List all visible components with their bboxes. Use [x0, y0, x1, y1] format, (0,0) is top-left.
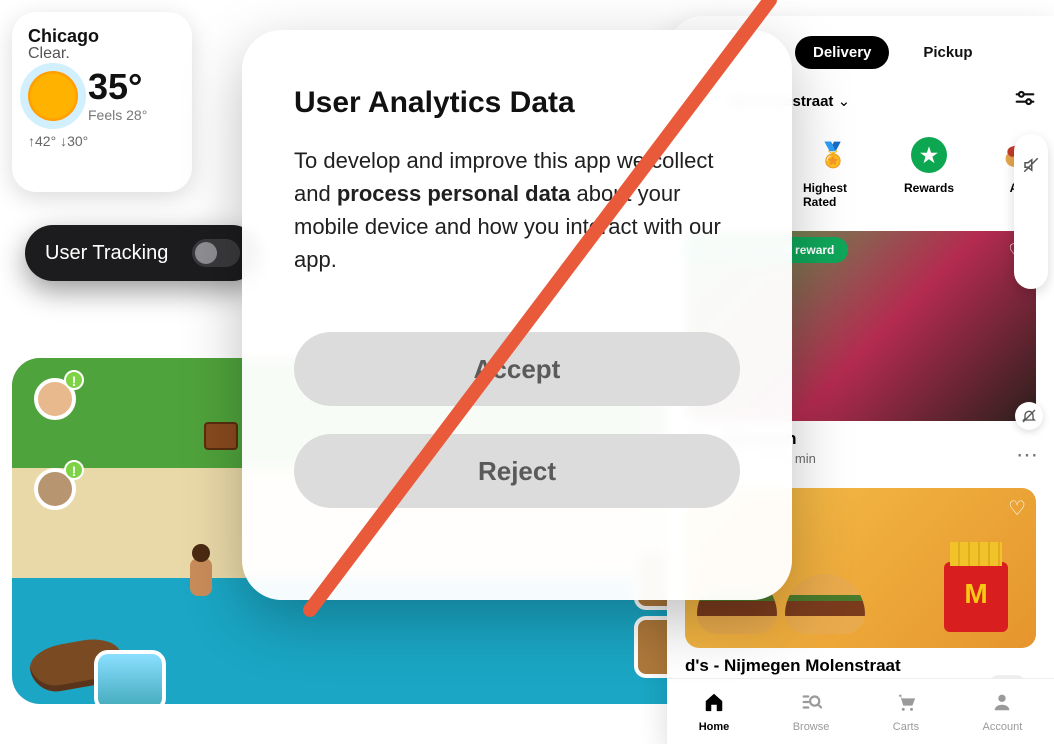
- filter-icon[interactable]: [1014, 87, 1036, 115]
- tab-pickup[interactable]: Pickup: [905, 36, 990, 69]
- weather-high: ↑42°: [28, 133, 56, 149]
- chest-icon: [204, 422, 238, 450]
- weather-low: ↓30°: [60, 133, 88, 149]
- player-character-icon: [190, 558, 212, 596]
- weather-high-low: ↑42° ↓30°: [28, 133, 176, 149]
- nav-label: Carts: [893, 721, 919, 733]
- nav-label: Home: [699, 721, 730, 733]
- cart-icon: [895, 691, 917, 719]
- more-icon[interactable]: ⋯: [1016, 442, 1040, 468]
- nav-home[interactable]: Home: [699, 691, 730, 733]
- reject-button[interactable]: Reject: [294, 434, 740, 508]
- user-tracking-pill: User Tracking: [25, 225, 260, 281]
- weather-condition: Clear.: [28, 45, 176, 63]
- side-scroll[interactable]: [1014, 134, 1048, 289]
- weather-city: Chicago: [28, 26, 176, 47]
- restaurant-title: d's - Nijmegen Molenstraat: [685, 656, 1036, 676]
- tracking-label: User Tracking: [45, 242, 168, 265]
- accept-button[interactable]: Accept: [294, 332, 740, 406]
- chevron-down-icon: ⌄: [838, 93, 851, 110]
- cat-highest-rated[interactable]: 🏅 Highest Rated: [803, 135, 863, 209]
- quest-badge-icon: !: [64, 460, 84, 480]
- nav-account[interactable]: Account: [983, 691, 1023, 733]
- mode-tabs: Delivery Pickup: [795, 36, 1036, 69]
- cat-rewards[interactable]: ★ Rewards: [899, 135, 959, 209]
- sun-icon: [28, 71, 78, 121]
- bottom-nav: Home Browse Carts Account: [667, 678, 1054, 744]
- nav-label: Browse: [793, 721, 830, 733]
- browse-icon: [800, 691, 822, 719]
- star-icon: ★: [909, 135, 949, 175]
- bell-off-icon[interactable]: [1015, 402, 1043, 430]
- burger-icon: [785, 574, 865, 634]
- cat-label: Rewards: [904, 181, 954, 195]
- weather-feels: Feels 28°: [88, 107, 147, 123]
- nav-browse[interactable]: Browse: [793, 691, 830, 733]
- account-icon: [991, 691, 1013, 719]
- weather-widget[interactable]: Chicago Clear. 35° Feels 28° ↑42° ↓30°: [12, 12, 192, 192]
- mountain-sticker-icon: [94, 650, 166, 704]
- trophy-icon: 🏅: [813, 135, 853, 175]
- cat-label: Highest Rated: [803, 181, 863, 209]
- modal-title: User Analytics Data: [294, 86, 740, 120]
- modal-body: To develop and improve this app we colle…: [294, 144, 740, 276]
- weather-temp: 35°: [88, 69, 147, 105]
- nav-label: Account: [983, 721, 1023, 733]
- heart-icon[interactable]: ♡: [1008, 496, 1026, 521]
- analytics-modal: User Analytics Data To develop and impro…: [242, 30, 792, 600]
- modal-body-bold: process personal data: [337, 181, 571, 206]
- nav-carts[interactable]: Carts: [893, 691, 919, 733]
- mute-icon[interactable]: [1022, 156, 1040, 179]
- tab-delivery[interactable]: Delivery: [795, 36, 889, 69]
- home-icon: [703, 691, 725, 719]
- fries-icon: [944, 562, 1008, 632]
- tracking-toggle[interactable]: [192, 239, 240, 267]
- quest-badge-icon: !: [64, 370, 84, 390]
